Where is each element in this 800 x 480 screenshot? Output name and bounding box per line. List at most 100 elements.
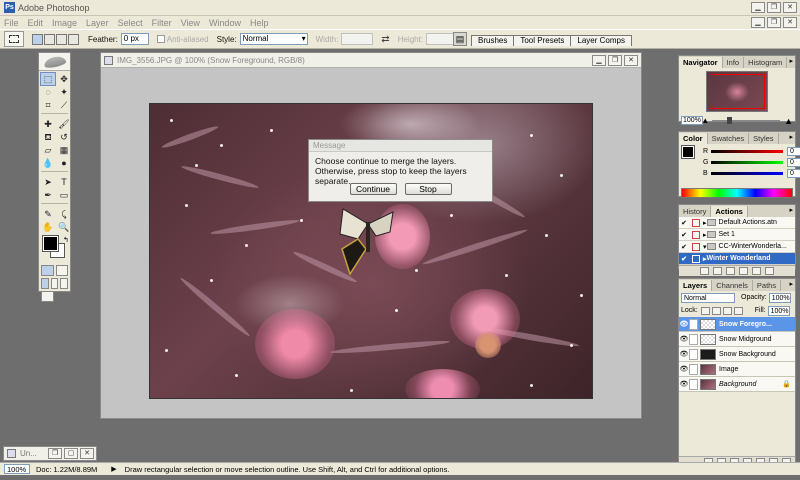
tool-preset-picker[interactable] [4,31,24,47]
shape-tool-icon[interactable]: ▭ [57,189,71,201]
tab-layers[interactable]: Layers [679,280,713,291]
new-action-icon[interactable] [752,267,761,275]
menu-view[interactable]: View [181,18,200,28]
quick-mask-button[interactable] [55,265,68,276]
jump-to-imageready-button[interactable] [41,291,54,302]
menu-window[interactable]: Window [209,18,241,28]
doc-restore-button[interactable]: ❐ [767,17,781,28]
color-spectrum-bar[interactable] [681,188,793,198]
action-check[interactable]: ✔ [679,219,689,227]
document-maximize-button[interactable]: ❐ [608,55,622,66]
standard-screen-button[interactable] [41,278,49,289]
dodge-tool-icon[interactable]: ● [57,157,71,169]
tab-swatches[interactable]: Swatches [708,133,750,144]
magic-wand-tool-icon[interactable]: ✦ [57,86,71,98]
link-icon[interactable] [689,348,698,360]
navigator-zoom-slider[interactable] [711,116,781,124]
eraser-tool-icon[interactable]: ▱ [41,144,55,156]
tab-navigator[interactable]: Navigator [679,57,723,68]
layer-row[interactable]: 👁 Snow Midground [679,332,795,347]
stop-button[interactable]: Stop [404,183,452,195]
layer-row[interactable]: 👁 Image [679,362,795,377]
green-value[interactable]: 0 [787,158,800,167]
type-tool-icon[interactable]: T [57,176,71,188]
red-slider[interactable] [711,150,783,153]
menu-image[interactable]: Image [52,18,77,28]
document-size-info[interactable]: Doc: 1.22M/8.89M [36,465,97,474]
subtract-selection-mode[interactable] [56,33,67,45]
intersect-selection-mode[interactable] [68,33,79,45]
status-zoom-field[interactable]: 100% [4,464,30,474]
stop-recording-icon[interactable] [700,267,709,275]
hand-tool-icon[interactable]: ✋ [41,221,55,233]
continue-button[interactable]: Continue [349,183,397,195]
document-close-button[interactable]: ✕ [624,55,638,66]
lock-all-icon[interactable] [733,306,743,315]
eyedropper-tool-icon[interactable]: ⤹ [57,208,71,220]
green-slider[interactable] [711,161,783,164]
blue-value[interactable]: 0 [787,169,800,178]
menu-filter[interactable]: Filter [152,18,172,28]
panel-menu-icon[interactable]: ▸ [789,57,793,65]
panel-menu-icon[interactable]: ▸ [789,280,793,288]
zoom-in-icon[interactable]: ▲ [784,116,793,126]
style-select[interactable]: Normal [239,33,308,45]
notes-tool-icon[interactable]: ✎ [41,208,55,220]
link-icon[interactable] [689,378,698,390]
status-menu-arrow-icon[interactable]: ▶ [111,465,116,473]
tab-histogram[interactable]: Histogram [744,57,788,68]
full-screen-menu-button[interactable] [50,278,59,289]
tab-info[interactable]: Info [723,57,745,68]
red-value[interactable]: 0 [787,147,800,156]
tab-paths[interactable]: Paths [753,280,782,291]
brush-link-icon[interactable] [689,318,698,330]
panel-menu-icon[interactable]: ▸ [789,206,793,214]
document-minimize-button[interactable]: ▁ [592,55,606,66]
path-selection-icon[interactable]: ➤ [41,176,55,188]
swap-dimensions-icon[interactable]: ⇄ [381,34,389,45]
toolbox-header[interactable] [39,53,70,71]
well-tab-brushes[interactable]: Brushes [471,35,515,46]
link-icon[interactable] [689,333,698,345]
dialog-toggle-icon[interactable] [692,230,700,239]
palette-well-icon[interactable]: ▤ [453,32,467,46]
tab-styles[interactable]: Styles [749,133,779,144]
crop-tool-icon[interactable]: ⌗ [41,99,55,111]
standard-mode-button[interactable] [41,265,54,276]
action-set-row[interactable]: ✔ ▸ Set 1 [679,229,795,241]
zoom-out-icon[interactable]: ▴ [703,115,708,126]
foreground-color-swatch[interactable] [42,235,59,252]
restore-button[interactable]: ❐ [48,448,62,459]
gradient-tool-icon[interactable]: ▦ [57,144,71,156]
menu-layer[interactable]: Layer [86,18,109,28]
panel-fg-swatch[interactable] [681,145,695,159]
blend-mode-select[interactable]: Normal [681,292,735,303]
play-icon[interactable] [726,267,735,275]
action-check[interactable]: ✔ [679,255,689,263]
tab-history[interactable]: History [679,206,712,217]
healing-brush-icon[interactable]: ✚ [41,118,55,130]
opacity-field[interactable]: 100% [768,292,791,303]
move-tool-icon[interactable]: ✥ [57,73,71,85]
well-tab-layer-comps[interactable]: Layer Comps [570,35,632,46]
document-titlebar[interactable]: IMG_3556.JPG @ 100% (Snow Foreground, RG… [101,53,641,68]
navigator-zoom-field[interactable]: 100% [681,116,703,125]
minimize-button[interactable]: ▁ [751,2,765,13]
layer-row[interactable]: 👁 Background 🔒 [679,377,795,392]
slice-tool-icon[interactable]: ⟋ [57,99,71,111]
zoom-tool-icon[interactable]: 🔍 [57,221,71,233]
add-selection-mode[interactable] [44,33,55,45]
lock-position-icon[interactable] [722,306,732,315]
antialiased-checkbox[interactable] [156,35,165,43]
link-icon[interactable] [689,363,698,375]
visibility-eye-icon[interactable]: 👁 [679,335,689,343]
layer-row[interactable]: 👁 Snow Background [679,347,795,362]
pen-tool-icon[interactable]: ✒ [41,189,55,201]
dialog-toggle-icon[interactable] [692,218,700,227]
navigator-thumbnail[interactable] [706,71,768,112]
close-button[interactable]: ✕ [783,2,797,13]
maximize-button[interactable]: ❐ [767,2,781,13]
clone-stamp-icon[interactable]: ⛾ [41,131,55,143]
lock-transparency-icon[interactable] [700,306,710,315]
tab-color[interactable]: Color [679,133,708,144]
